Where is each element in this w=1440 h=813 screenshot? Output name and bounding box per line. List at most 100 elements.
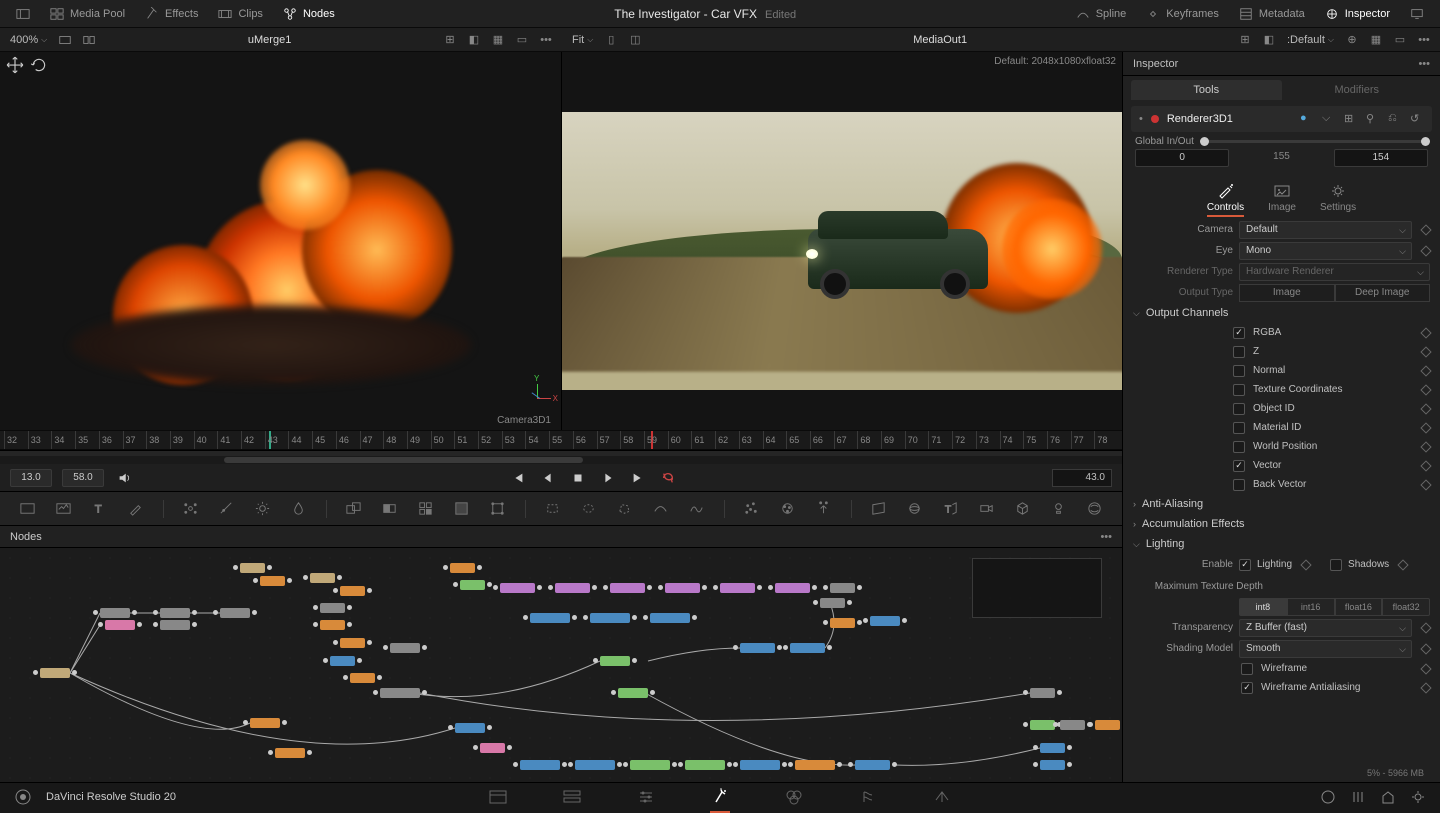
text3d-icon[interactable]: T [940,498,962,520]
flow-node[interactable] [390,643,420,653]
depth-option[interactable]: float32 [1382,598,1430,616]
play-button[interactable] [598,468,618,488]
flow-node[interactable] [790,643,825,653]
lighting-section[interactable]: ⌵Lighting [1123,534,1440,554]
node-minimap[interactable] [972,558,1102,618]
wireframe-checkbox[interactable] [1241,663,1253,675]
ruler-tick[interactable]: 54 [525,431,549,449]
prender-tool-icon[interactable] [777,498,799,520]
ruler-tick[interactable]: 66 [810,431,834,449]
renderer3d-icon[interactable] [1084,498,1106,520]
flow-node[interactable] [870,616,900,626]
ruler-tick[interactable]: 61 [691,431,715,449]
ruler-tick[interactable]: 65 [786,431,810,449]
channel-checkbox[interactable] [1233,422,1245,434]
accumulation-section[interactable]: ›Accumulation Effects [1123,514,1440,534]
node-version-icon[interactable]: ⊞ [1344,112,1358,126]
cut-page-icon[interactable] [560,785,584,809]
ruler-tick[interactable]: 33 [28,431,52,449]
flow-node[interactable] [275,748,305,758]
output-channels-section[interactable]: ⌵Output Channels [1123,303,1440,323]
grid-icon[interactable]: ▦ [1366,32,1386,48]
flow-node[interactable] [100,608,130,618]
flow-node[interactable] [500,583,535,593]
channel-checkbox[interactable] [1233,384,1245,396]
mattecontrol-tool-icon[interactable] [379,498,401,520]
flow-node[interactable] [160,608,190,618]
texture-depth-group[interactable]: int8int16float16float32 [1239,598,1430,616]
range-start-input[interactable]: 13.0 [10,469,52,487]
ruler-tick[interactable]: 36 [99,431,123,449]
node-expand-icon[interactable]: ⌵ [1322,112,1336,126]
viewer-b[interactable]: Default: 2048x1080xfloat32 [562,52,1122,430]
flow-node[interactable] [340,638,365,648]
checker-icon[interactable]: ▦ [488,32,508,48]
inspector-options-icon[interactable]: ••• [1418,58,1430,70]
flow-node[interactable] [250,718,280,728]
flow-node[interactable] [1030,688,1055,698]
globalio-out-input[interactable]: 154 [1334,149,1428,167]
lighting-enable-checkbox[interactable] [1239,559,1251,571]
resize-tool-icon[interactable] [451,498,473,520]
keyframe-icon[interactable] [1420,460,1431,471]
ruler-tick[interactable]: 59 [644,431,668,449]
ruler-tick[interactable]: 62 [715,431,739,449]
flow-node[interactable] [685,760,725,770]
color-page-icon[interactable] [782,785,806,809]
keyframe-icon[interactable] [1420,245,1431,256]
ruler-tick[interactable]: 68 [857,431,881,449]
default-dropdown[interactable]: :Default⌵ [1283,34,1338,46]
rectangle-mask-icon[interactable] [542,498,564,520]
imageplane3d-icon[interactable] [868,498,890,520]
nodes-options-icon[interactable]: ••• [1100,531,1112,543]
layout-icon[interactable] [55,32,75,48]
flow-node[interactable] [520,760,560,770]
nodes-button[interactable]: Nodes [275,3,343,25]
project-manager-icon[interactable] [1380,789,1396,805]
flow-node[interactable] [720,583,755,593]
keyframe-icon[interactable] [1420,224,1431,235]
ruler-tick[interactable]: 67 [834,431,858,449]
ruler-tick[interactable]: 63 [739,431,763,449]
keyframe-icon[interactable] [1300,559,1311,570]
keyframe-icon[interactable] [1420,622,1431,633]
spline-button[interactable]: Spline [1068,3,1135,25]
particles-tool-icon[interactable] [741,498,763,520]
flow-node[interactable] [575,760,615,770]
media-pool-button[interactable]: Media Pool [42,3,133,25]
controls-tab[interactable]: Controls [1207,183,1244,217]
zoom-dropdown[interactable]: 400%⌵ [6,34,51,46]
node-graph[interactable] [0,548,1122,782]
ruler-tick[interactable]: 45 [312,431,336,449]
ruler-tick[interactable]: 32 [4,431,28,449]
channel-checkbox[interactable] [1233,460,1245,472]
channel-checkbox[interactable] [1233,479,1245,491]
viewer-a[interactable]: YX Camera3D1 [0,52,562,430]
flow-node[interactable] [320,603,345,613]
bspline-mask-icon[interactable] [650,498,672,520]
flow-node[interactable] [1030,720,1055,730]
flow-node[interactable] [330,656,355,666]
effects-button[interactable]: Effects [137,3,206,25]
ruler-tick[interactable]: 44 [288,431,312,449]
edit-page-icon[interactable] [634,785,658,809]
fit-dropdown[interactable]: Fit⌵ [568,34,597,46]
light-icon[interactable] [1048,498,1070,520]
mixer-icon[interactable] [1350,789,1366,805]
ruler-tick[interactable]: 57 [597,431,621,449]
project-settings-icon[interactable] [1410,789,1426,805]
flow-node[interactable] [795,760,835,770]
shadows-checkbox[interactable] [1330,559,1342,571]
flow-node[interactable] [450,563,475,573]
fastnoise-tool-icon[interactable] [53,498,75,520]
ruler-tick[interactable]: 34 [51,431,75,449]
colorcorrector-tool-icon[interactable] [216,498,238,520]
tracker-tool-icon[interactable] [180,498,202,520]
fusion-page-icon[interactable] [708,785,732,809]
ruler-tick[interactable]: 37 [123,431,147,449]
ruler-tick[interactable]: 72 [952,431,976,449]
split-icon[interactable] [79,32,99,48]
ratio-icon[interactable]: ▭ [512,32,532,48]
ruler-tick[interactable]: 77 [1071,431,1095,449]
ruler-tick[interactable]: 43 [265,431,289,449]
